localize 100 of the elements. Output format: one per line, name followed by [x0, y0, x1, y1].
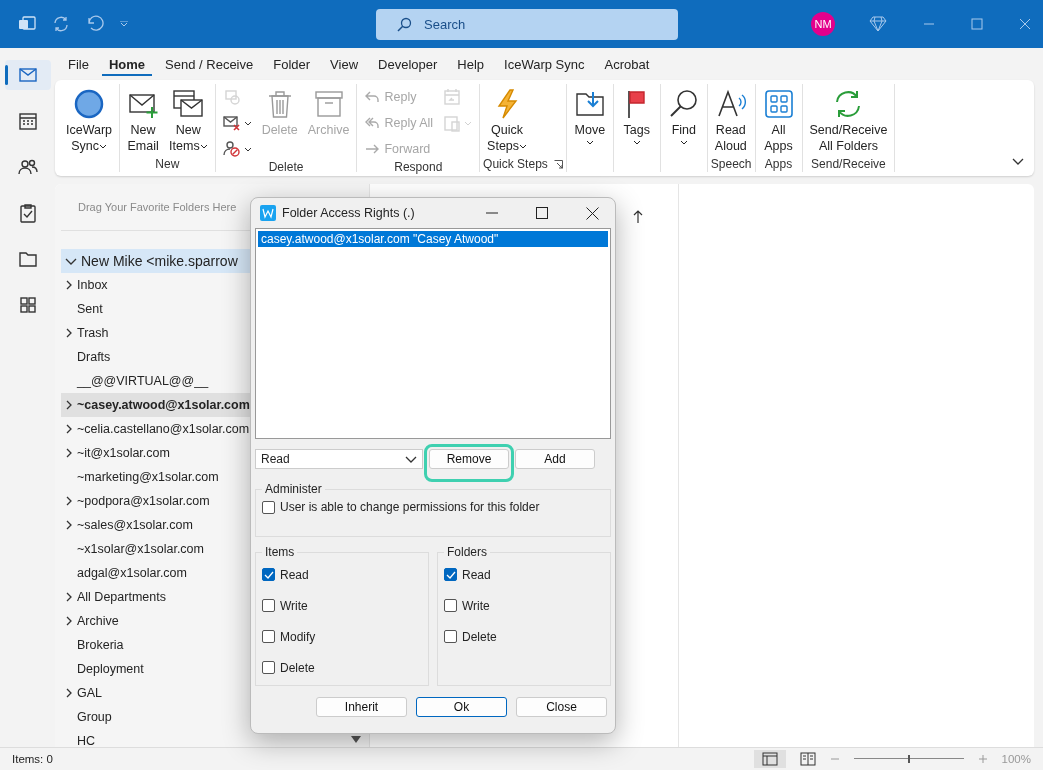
ignore-icon	[222, 88, 241, 106]
checkbox-label: User is able to change permissions for this folder	[280, 500, 540, 514]
ribbon-button[interactable]: Quick Steps	[483, 84, 532, 156]
group-label: Apps	[764, 157, 793, 171]
ribbon-button[interactable]: New Items	[165, 84, 212, 156]
device-calendar-icon	[443, 114, 462, 132]
checkbox[interactable]	[444, 599, 457, 612]
diamond-icon[interactable]	[869, 16, 887, 32]
envelope-icon	[17, 65, 38, 85]
arrow-up-icon[interactable]	[633, 210, 643, 224]
ribbon-button[interactable]: Send/Receive All Folders	[805, 84, 892, 156]
ribbon-button[interactable]: Read Aloud	[710, 84, 751, 156]
menu-tab[interactable]: Send / Receive	[158, 52, 261, 76]
menu-tab[interactable]: IceWarp Sync	[497, 52, 592, 76]
sync-icon[interactable]	[52, 15, 70, 33]
group-label: Quick Steps	[483, 157, 548, 171]
group-label: Delete	[268, 160, 304, 174]
dialog-button[interactable]: Add	[515, 449, 595, 469]
group-label: Speech	[710, 157, 752, 171]
group-title: Items	[264, 545, 296, 559]
dialog-launcher-icon[interactable]	[553, 159, 563, 169]
menu-tab[interactable]: File	[61, 52, 96, 76]
menu-tab[interactable]: Developer	[371, 52, 445, 76]
collapse-ribbon-icon	[1012, 158, 1024, 165]
rights-dropdown[interactable]: Read	[255, 449, 423, 469]
chevron-right-icon	[66, 616, 72, 626]
calendar-icon	[17, 111, 38, 131]
person-blocked-icon	[222, 140, 241, 158]
dialog-button[interactable]: Inherit	[316, 697, 407, 717]
checkbox[interactable]	[262, 661, 275, 674]
checkbox[interactable]	[262, 599, 275, 612]
envelope-x-icon	[222, 114, 241, 132]
caret-icon	[243, 120, 252, 126]
maximize-icon[interactable]	[536, 207, 548, 219]
menu-tab[interactable]: View	[323, 52, 366, 76]
ribbon-button[interactable]: Find	[663, 84, 704, 148]
group-title: Folders	[446, 545, 488, 559]
ribbon-button[interactable]: New Email	[123, 84, 164, 156]
menu-tab[interactable]: Acrobat	[597, 52, 657, 76]
circle-icon	[73, 88, 106, 120]
app-logo-icon	[260, 205, 276, 221]
checkbox[interactable]	[444, 630, 457, 643]
dialog-button[interactable]: Remove	[429, 449, 509, 469]
group-label: Respond	[394, 160, 443, 174]
caret-icon	[632, 140, 641, 146]
chevron-right-icon	[66, 688, 72, 698]
calendar-reply-icon	[443, 88, 462, 106]
folder-item[interactable]: ~celia.castellano@x1solar.com	[61, 417, 361, 441]
ribbon-button[interactable]: Move	[569, 84, 610, 148]
chevron-right-icon	[66, 520, 72, 530]
checkbox-label: Delete	[280, 660, 315, 675]
caret-icon	[464, 120, 473, 126]
search-field[interactable]: Search	[376, 8, 678, 40]
ribbon-button[interactable]: Tags	[616, 84, 657, 148]
folder-item[interactable]: Inbox	[61, 273, 361, 297]
apps-grid-icon	[17, 295, 38, 315]
chevron-right-icon	[66, 280, 72, 290]
folder-item[interactable]: ~sales@x1solar.com	[61, 513, 361, 537]
caret-icon	[98, 144, 107, 150]
folder-icon	[17, 249, 38, 269]
account-name: New Mike <mike.sparrow	[81, 253, 238, 269]
normal-view-icon[interactable]	[753, 750, 786, 768]
menu-tab[interactable]: Folder	[266, 52, 318, 76]
chevron-right-icon	[66, 400, 72, 410]
caret-icon[interactable]	[120, 21, 128, 27]
user-list-item[interactable]: casey.atwood@x1solar.com "Casey Atwood"	[258, 231, 608, 247]
close-icon[interactable]	[586, 206, 599, 220]
group-label: New	[155, 157, 180, 171]
menu-tab[interactable]: Home	[101, 52, 153, 76]
caret-icon	[585, 140, 594, 146]
calendar-envelope-icon	[172, 88, 205, 120]
reading-view-icon[interactable]	[799, 752, 816, 766]
checkbox[interactable]	[444, 568, 457, 581]
zoom-level: 100%	[1001, 753, 1031, 765]
archive-box-icon	[312, 88, 345, 120]
avatar[interactable]: NM	[811, 12, 835, 36]
caret-icon	[679, 140, 688, 146]
checkbox[interactable]	[262, 630, 275, 643]
dialog-button[interactable]: Ok	[416, 697, 507, 717]
dropdown-chevron-icon	[405, 455, 417, 463]
checkbox[interactable]	[262, 568, 275, 581]
ribbon-button[interactable]: All Apps	[758, 84, 799, 156]
caret-icon	[519, 144, 528, 150]
item-count: Items: 0	[12, 753, 53, 765]
reply-all-icon	[364, 115, 381, 131]
undo-icon[interactable]	[86, 15, 104, 33]
menu-tab[interactable]: Help	[450, 52, 492, 76]
folder-item[interactable]: Trash	[61, 321, 361, 345]
people-icon	[17, 157, 38, 177]
chevron-right-icon	[66, 328, 72, 338]
ribbon-button[interactable]: IceWarp Sync	[62, 84, 117, 156]
checkbox-label: Read	[462, 567, 491, 582]
caret-icon	[199, 144, 208, 150]
group-title: Administer	[264, 482, 323, 496]
scroll-down-icon[interactable]	[351, 736, 361, 744]
dialog-button[interactable]: Close	[516, 697, 607, 717]
clipboard-check-icon	[17, 203, 38, 223]
nav-button[interactable]	[4, 60, 51, 90]
checkbox[interactable]	[262, 500, 275, 514]
zoom-slider[interactable]	[853, 754, 964, 764]
